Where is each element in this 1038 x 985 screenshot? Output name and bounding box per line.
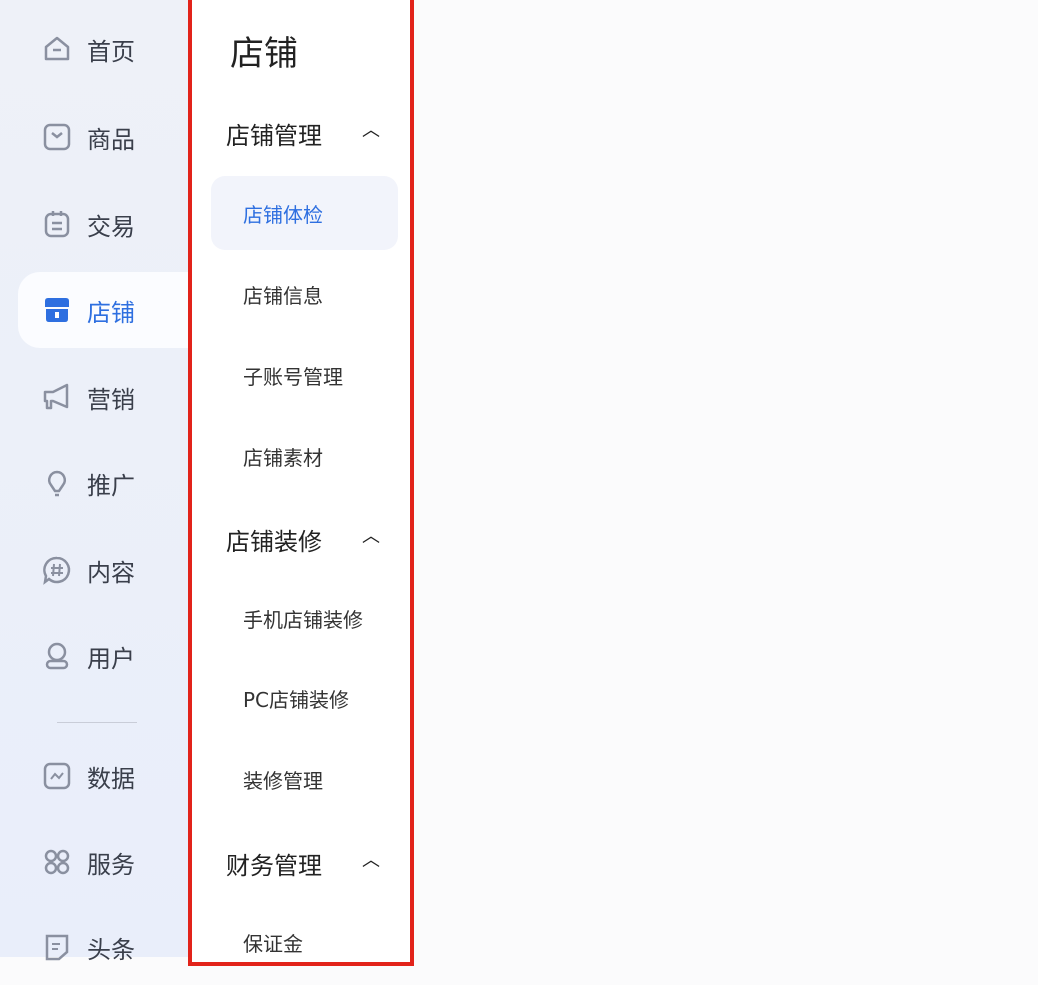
home-icon bbox=[42, 34, 72, 64]
user-icon bbox=[42, 641, 72, 671]
nav-divider bbox=[57, 722, 137, 723]
goods-icon bbox=[42, 122, 72, 152]
menu-item-shop-assets[interactable]: 店铺素材 bbox=[211, 419, 398, 493]
panel-title: 店铺 bbox=[230, 26, 298, 75]
menu-item-shop-checkup[interactable]: 店铺体检 bbox=[211, 176, 398, 250]
nav-item-data[interactable]: 数据 bbox=[18, 738, 190, 814]
main-sidebar: 首页 商品 交易 店铺 营销 推广 内容 用户 数据 服务 头条 bbox=[0, 0, 190, 957]
shop-submenu-panel: 店铺 店铺管理 ︿ 店铺体检 店铺信息 子账号管理 店铺素材 店铺装修 ︿ 手机店铺… bbox=[188, 0, 414, 966]
nav-item-headlines[interactable]: 头条 bbox=[18, 909, 190, 985]
chevron-up-icon: ︿ bbox=[362, 522, 380, 548]
group-label: 财务管理 bbox=[226, 852, 322, 880]
shop-icon bbox=[42, 295, 72, 325]
menu-item-pc-decoration[interactable]: PC店铺装修 bbox=[211, 661, 398, 735]
nav-item-shop[interactable]: 店铺 bbox=[18, 272, 190, 348]
nav-label: 推广 bbox=[87, 466, 135, 501]
nav-label: 头条 bbox=[87, 930, 135, 965]
nav-item-promotion[interactable]: 推广 bbox=[18, 445, 190, 521]
grid-circles-icon bbox=[42, 847, 72, 877]
chart-icon bbox=[42, 761, 72, 791]
group-label: 店铺管理 bbox=[226, 122, 322, 150]
nav-label: 服务 bbox=[87, 845, 135, 880]
nav-item-user[interactable]: 用户 bbox=[18, 618, 190, 694]
bulb-icon bbox=[42, 468, 72, 498]
chevron-up-icon: ︿ bbox=[362, 116, 380, 142]
hashtag-chat-icon bbox=[42, 555, 72, 585]
group-label: 店铺装修 bbox=[226, 528, 322, 556]
chevron-up-icon: ︿ bbox=[362, 846, 380, 872]
nav-label: 首页 bbox=[87, 32, 135, 67]
nav-label: 数据 bbox=[87, 759, 135, 794]
group-header-finance[interactable]: 财务管理 ︿ bbox=[226, 846, 386, 881]
nav-label: 营销 bbox=[87, 380, 135, 415]
nav-item-content[interactable]: 内容 bbox=[18, 532, 190, 608]
nav-label: 用户 bbox=[87, 639, 135, 674]
menu-item-decoration-management[interactable]: 装修管理 bbox=[211, 742, 398, 816]
order-icon bbox=[42, 209, 72, 239]
nav-label: 内容 bbox=[87, 553, 135, 588]
nav-item-service[interactable]: 服务 bbox=[18, 824, 190, 900]
menu-item-shop-info[interactable]: 店铺信息 bbox=[211, 257, 398, 331]
nav-item-marketing[interactable]: 营销 bbox=[18, 359, 190, 435]
message-icon bbox=[42, 932, 72, 962]
nav-item-home[interactable]: 首页 bbox=[18, 11, 190, 87]
menu-item-sub-accounts[interactable]: 子账号管理 bbox=[211, 338, 398, 412]
group-header-shop-decoration[interactable]: 店铺装修 ︿ bbox=[226, 522, 386, 557]
group-header-shop-management[interactable]: 店铺管理 ︿ bbox=[226, 116, 386, 151]
menu-item-mobile-decoration[interactable]: 手机店铺装修 bbox=[211, 581, 398, 655]
nav-label: 商品 bbox=[87, 120, 135, 155]
menu-item-deposit[interactable]: 保证金 bbox=[211, 905, 398, 979]
nav-label: 交易 bbox=[87, 207, 135, 242]
nav-label: 店铺 bbox=[87, 293, 135, 328]
nav-item-trade[interactable]: 交易 bbox=[18, 186, 190, 262]
megaphone-icon bbox=[42, 382, 72, 412]
nav-item-goods[interactable]: 商品 bbox=[18, 99, 190, 175]
